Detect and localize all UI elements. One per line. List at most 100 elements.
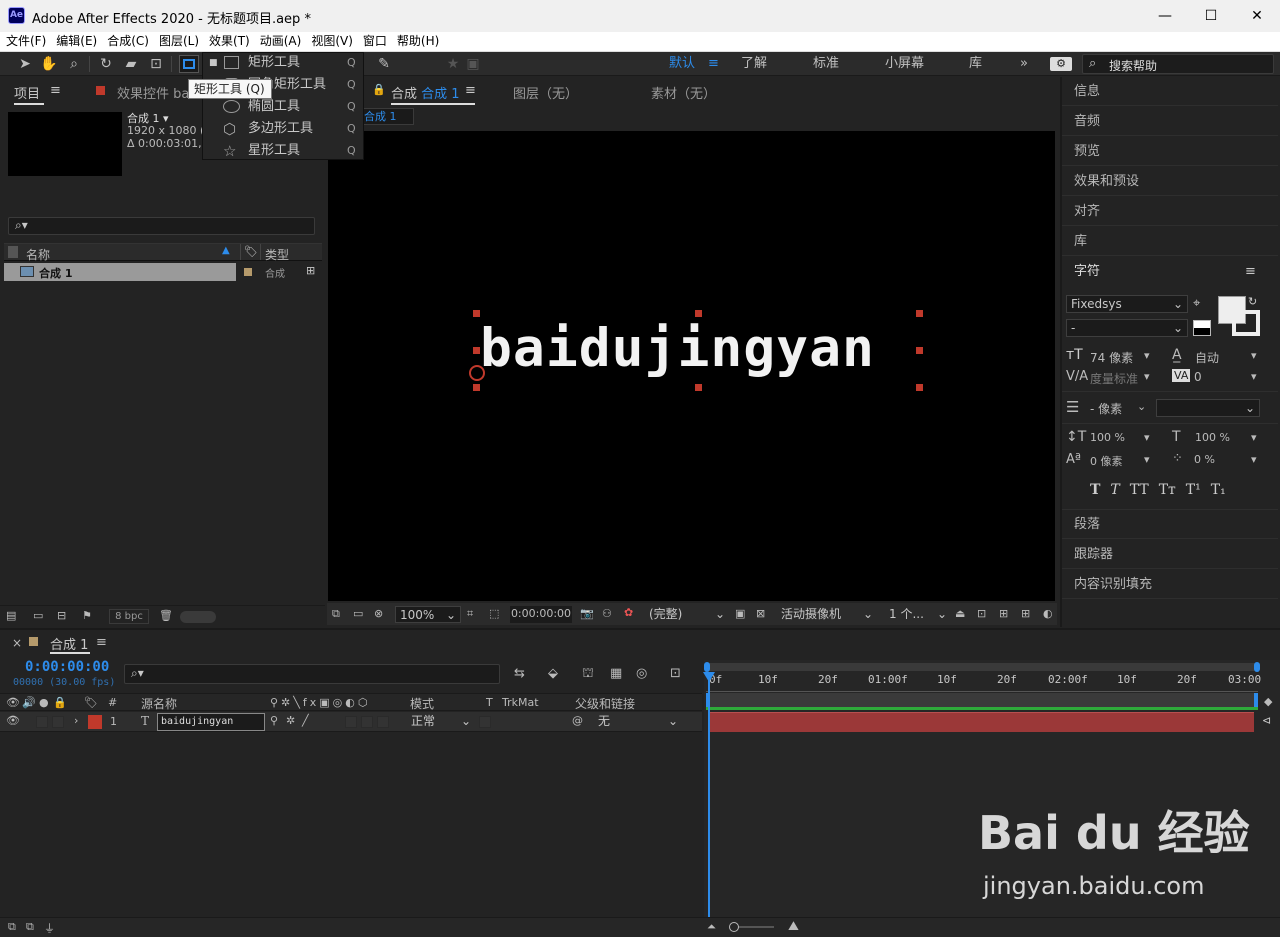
display-icon[interactable]: ▭: [353, 607, 363, 620]
current-time-indicator[interactable]: [708, 672, 710, 920]
anchor-point-icon[interactable]: [469, 365, 485, 381]
camera-dropdown[interactable]: 活动摄像机 ⌄: [777, 606, 877, 623]
tsume-dropdown-icon[interactable]: ▾: [1251, 453, 1257, 466]
help-search-field[interactable]: ⌕ 搜索帮助: [1082, 54, 1274, 74]
exposure-icon[interactable]: ◐: [1043, 607, 1053, 620]
layer-name[interactable]: baidujingyan: [157, 713, 265, 731]
new-folder-icon[interactable]: ▭: [33, 609, 43, 622]
horizontal-scale-dropdown-icon[interactable]: ▾: [1251, 431, 1257, 444]
layer-switches-toggle-icon[interactable]: ⧉: [8, 920, 16, 934]
trash-icon[interactable]: 🗑: [159, 609, 173, 622]
preserve-transparency-toggle[interactable]: [479, 716, 491, 728]
toggle-pixel-aspect-icon[interactable]: ⏏: [955, 607, 965, 620]
vertical-scale-dropdown-icon[interactable]: ▾: [1144, 431, 1150, 444]
layer-lock-toggle[interactable]: [52, 716, 64, 728]
transform-handle[interactable]: [695, 384, 702, 391]
refine-edge-icon[interactable]: ▣: [464, 55, 482, 73]
puppet-pin-tool-icon[interactable]: ✎: [375, 55, 393, 73]
rectangle-tool-button[interactable]: [179, 55, 199, 73]
flowchart-icon[interactable]: ⊞: [306, 264, 315, 277]
tab-footage[interactable]: 素材（无）: [651, 83, 716, 102]
close-button[interactable]: ✕: [1234, 0, 1280, 32]
fill-stroke-swatch-small[interactable]: [1193, 320, 1211, 336]
transform-handle[interactable]: [916, 310, 923, 317]
menu-composition[interactable]: 合成(C): [103, 32, 153, 50]
swap-colors-icon[interactable]: ↻: [1248, 295, 1257, 308]
project-search-input[interactable]: ⌕▾: [8, 217, 315, 235]
new-comp-icon[interactable]: ⊟: [57, 609, 66, 622]
workspace-menu-icon[interactable]: ≡: [708, 55, 719, 73]
hand-tool-icon[interactable]: ✋: [40, 55, 58, 73]
thumbnail-slider[interactable]: [180, 611, 216, 623]
zoom-in-icon[interactable]: ⛰: [788, 919, 799, 934]
menu-view[interactable]: 视图(V): [307, 32, 357, 50]
column-source-name[interactable]: 源名称: [141, 695, 177, 712]
font-style-dropdown[interactable]: - ⌄: [1066, 319, 1188, 337]
reset-exposure-icon[interactable]: ⊡: [977, 607, 986, 620]
all-caps-button[interactable]: TT: [1130, 482, 1149, 498]
faux-bold-button[interactable]: T: [1090, 482, 1100, 498]
leading-dropdown-icon[interactable]: ▾: [1251, 349, 1257, 362]
tab-layer[interactable]: 图层（无）: [513, 83, 578, 102]
always-preview-icon[interactable]: ⧉: [332, 607, 340, 621]
tracking-dropdown-icon[interactable]: ▾: [1251, 370, 1257, 383]
horizontal-scale-value[interactable]: 100 %: [1195, 431, 1230, 444]
panel-align[interactable]: 对齐: [1062, 197, 1278, 226]
label-color-swatch[interactable]: [244, 268, 252, 276]
time-navigator[interactable]: [704, 662, 1260, 672]
adjust-settings-icon[interactable]: ⚑: [82, 609, 92, 622]
layer-row[interactable]: 👁 › 1 T baidujingyan ⚲ ✲ ╱ 正常 ⌄ @ 无 ⌄: [0, 712, 702, 732]
font-family-dropdown[interactable]: Fixedsys ⌄: [1066, 295, 1188, 313]
layer-duration-bar[interactable]: [708, 712, 1254, 732]
stroke-width-dropdown-icon[interactable]: ⌄: [1137, 400, 1146, 413]
frame-blending-icon[interactable]: ▦: [610, 666, 622, 681]
adjustment-layer-switch[interactable]: [361, 716, 373, 728]
tracking-value[interactable]: 0: [1194, 370, 1202, 384]
column-type[interactable]: 类型: [265, 246, 289, 263]
solo-icon[interactable]: ●: [39, 696, 49, 709]
superscript-button[interactable]: T¹: [1186, 482, 1201, 498]
panel-info[interactable]: 信息: [1062, 77, 1278, 106]
column-parent-link[interactable]: 父级和链接: [575, 695, 635, 712]
transform-handle[interactable]: [473, 310, 480, 317]
layer-end-icon[interactable]: ⊲: [1262, 714, 1271, 727]
subscript-button[interactable]: T₁: [1211, 482, 1226, 498]
layer-label-color[interactable]: [88, 715, 102, 729]
fast-previews-icon[interactable]: ▣: [735, 607, 745, 620]
selection-tool-icon[interactable]: ➤: [16, 55, 34, 73]
composition-mini-flowchart-icon[interactable]: ⇆: [514, 666, 525, 681]
workspace-libraries[interactable]: 库: [969, 55, 982, 73]
motion-blur-switch[interactable]: [345, 716, 357, 728]
sort-ascending-icon[interactable]: ▲: [222, 245, 230, 256]
tab-effects-controls[interactable]: 效果控件 bai: [117, 83, 197, 102]
work-area-bar[interactable]: [706, 693, 1258, 710]
grid-icon[interactable]: ⌗: [467, 607, 473, 621]
project-row[interactable]: 合成 1 合成 ⊞: [4, 263, 322, 281]
blend-mode-dropdown[interactable]: 正常 ⌄: [407, 713, 473, 730]
resolution-dropdown[interactable]: (完整) ⌄: [645, 606, 729, 623]
transform-handle[interactable]: [916, 384, 923, 391]
time-ruler[interactable]: 0f 10f 20f 01:00f 10f 20f 02:00f 10f 20f…: [706, 672, 1261, 692]
collapse-switch-icon[interactable]: ✲: [286, 714, 295, 727]
leading-value[interactable]: 自动: [1195, 349, 1219, 366]
timeline-menu-icon[interactable]: ≡: [96, 635, 107, 650]
project-panel-menu-icon[interactable]: ≡: [50, 83, 61, 98]
panel-paragraph[interactable]: 段落: [1062, 510, 1278, 539]
interpret-footage-icon[interactable]: ▤: [6, 609, 16, 622]
transform-handle[interactable]: [473, 347, 480, 354]
eyedropper-icon[interactable]: ⌖: [1193, 296, 1200, 311]
menu-window[interactable]: 窗口: [359, 32, 391, 50]
stroke-style-dropdown[interactable]: ⌄: [1156, 399, 1260, 417]
workspace-standard[interactable]: 标准: [813, 55, 839, 73]
menu-item-ellipse-tool[interactable]: 椭圆工具 Q: [202, 96, 364, 118]
timeline-search-input[interactable]: ⌕▾: [124, 664, 500, 684]
maximize-button[interactable]: ☐: [1188, 0, 1234, 32]
timeline-close-icon[interactable]: ×: [12, 636, 22, 650]
workspace-default[interactable]: 默认: [669, 55, 695, 73]
kerning-value[interactable]: 度量标准: [1090, 370, 1138, 387]
render-time-toggle-icon[interactable]: ⏚: [44, 920, 55, 936]
zoom-tool-icon[interactable]: ⌕: [65, 55, 83, 73]
menu-help[interactable]: 帮助(H): [393, 32, 443, 50]
menu-animation[interactable]: 动画(A): [256, 32, 306, 50]
font-size-dropdown-icon[interactable]: ▾: [1144, 349, 1150, 362]
